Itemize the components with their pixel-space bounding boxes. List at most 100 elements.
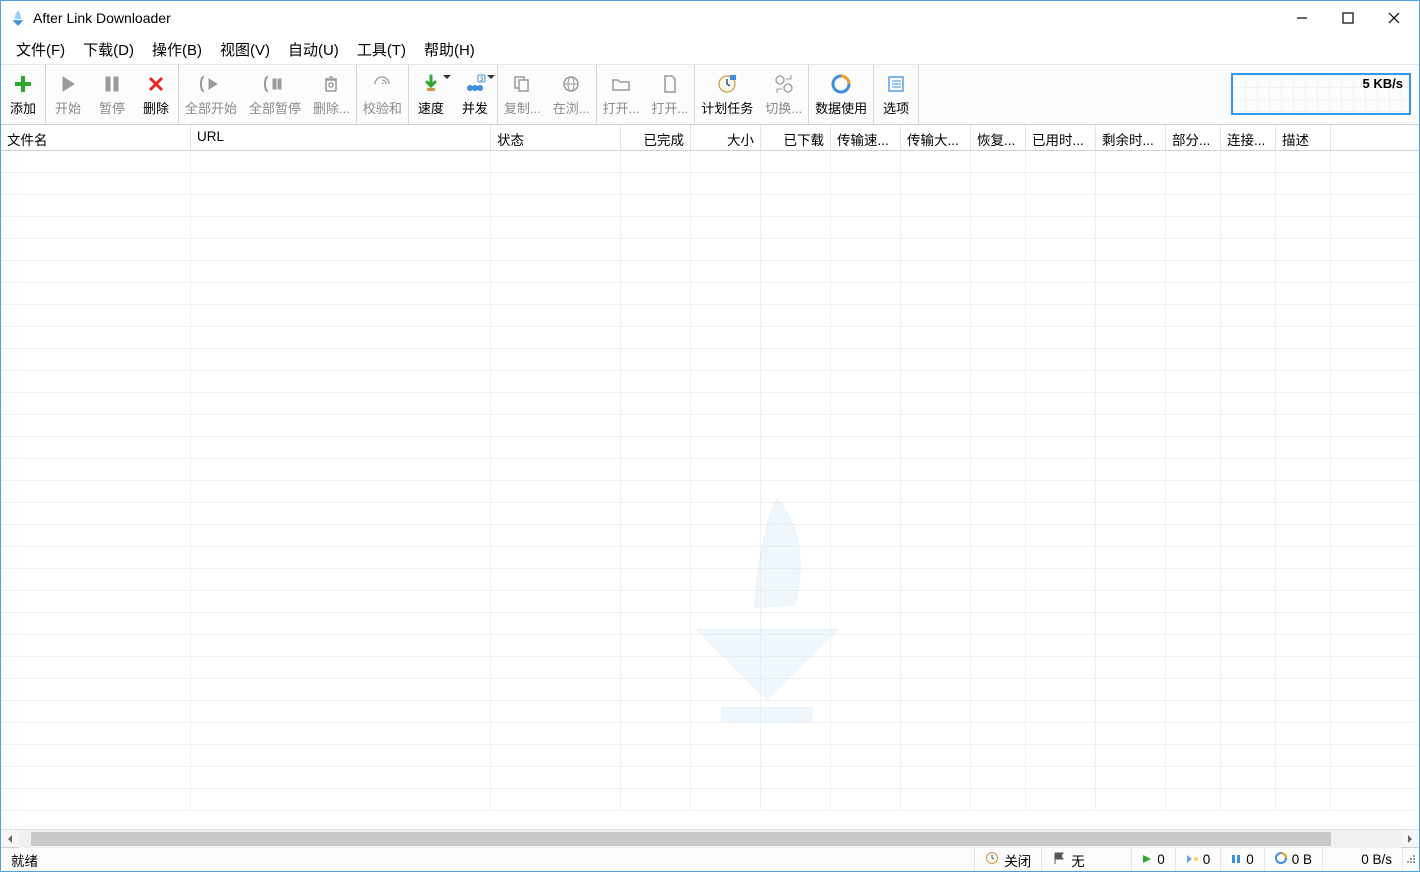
status-label: 0 B/s [1361,852,1392,867]
toolbar-label: 速度 [418,98,444,117]
pause-all-button[interactable]: 全部暂停 [243,65,307,124]
checksum-button[interactable]: 校验和 [357,65,408,124]
column-header[interactable]: 传输大... [901,125,971,150]
copy-button[interactable]: 复制... [498,65,547,124]
table-row [1,789,1419,811]
toolbar-label: 选项 [883,98,909,117]
table-row [1,217,1419,239]
table-row [1,723,1419,745]
schedule-button[interactable]: 计划任务 [695,65,759,124]
menu-action[interactable]: 操作(B) [143,35,211,64]
table-row [1,767,1419,789]
table-body[interactable] [1,151,1419,829]
resize-grip[interactable] [1403,853,1419,867]
scroll-right-button[interactable] [1401,830,1419,848]
status-label: 0 [1203,852,1211,867]
delete-button[interactable]: 删除 [134,65,178,124]
column-header[interactable]: 传输速... [831,125,901,150]
menu-tools[interactable]: 工具(T) [348,35,415,64]
start-all-button[interactable]: 全部开始 [179,65,243,124]
status-filter[interactable]: 无 [1042,848,1132,871]
switch-icon [773,73,795,95]
add-button[interactable]: 添加 [1,65,45,124]
speed-button[interactable]: 速度 [409,65,453,124]
table-row [1,283,1419,305]
column-header[interactable]: 已用时... [1026,125,1096,150]
concurrency-button[interactable]: 3 并发 [453,65,497,124]
column-header[interactable]: 已完成 [621,125,691,150]
status-schedule[interactable]: 关闭 [975,848,1042,871]
table-row [1,195,1419,217]
window-title: After Link Downloader [33,10,171,26]
maximize-button[interactable] [1325,2,1371,34]
x-icon [146,73,166,95]
switch-button[interactable]: 切换... [759,65,808,124]
table-row [1,591,1419,613]
column-header[interactable]: 部分... [1166,125,1221,150]
table-row [1,547,1419,569]
concurrency-icon: 3 [464,73,486,95]
status-speed: 0 B/s [1323,848,1403,871]
status-ready: 就绪 [1,848,975,871]
status-label: 0 [1246,852,1254,867]
speed-graph: 5 KB/s [1231,73,1411,115]
data-small-icon [1275,852,1287,867]
table-row [1,349,1419,371]
menu-view[interactable]: 视图(V) [211,35,279,64]
status-queued: 0 [1176,848,1222,871]
column-header[interactable]: 已下载 [761,125,831,150]
open-folder-button[interactable]: 打开... [597,65,646,124]
play-small-icon [1142,852,1152,867]
fingerprint-icon [372,73,392,95]
table-row [1,569,1419,591]
table-row [1,327,1419,349]
table-row [1,393,1419,415]
folder-open-icon [611,73,631,95]
data-usage-button[interactable]: 数据使用 [809,65,873,124]
column-header[interactable]: 状态 [491,125,621,150]
open-file-button[interactable]: 打开... [645,65,694,124]
scrollbar-track[interactable] [19,830,1401,848]
toolbar-label: 暂停 [99,98,125,117]
toolbar-label: 打开... [603,98,640,117]
menu-help[interactable]: 帮助(H) [415,35,484,64]
minimize-button[interactable] [1279,2,1325,34]
bracket-play-icon [200,73,222,95]
table-row [1,635,1419,657]
table-row [1,371,1419,393]
pause-button[interactable]: 暂停 [90,65,134,124]
delete-more-button[interactable]: 删除... [307,65,356,124]
table-row [1,613,1419,635]
scrollbar-thumb[interactable] [31,832,1331,846]
scroll-left-button[interactable] [1,830,19,848]
menu-auto[interactable]: 自动(U) [279,35,348,64]
file-icon [660,73,680,95]
table-row [1,481,1419,503]
toolbar-label: 打开... [651,98,688,117]
status-label: 0 B [1292,852,1312,867]
column-header[interactable]: 文件名 [1,125,191,150]
status-paused: 0 [1221,848,1265,871]
column-header[interactable]: 连接... [1221,125,1276,150]
toolbar-label: 并发 [462,98,488,117]
options-button[interactable]: 选项 [874,65,918,124]
column-header[interactable]: 剩余时... [1096,125,1166,150]
menu-file[interactable]: 文件(F) [7,35,74,64]
start-button[interactable]: 开始 [46,65,90,124]
app-window: After Link Downloader 文件(F) 下载(D) 操作(B) … [0,0,1420,872]
speed-graph-label: 5 KB/s [1363,76,1403,91]
column-header[interactable]: 大小 [691,125,761,150]
toolbar-label: 删除... [313,98,350,117]
horizontal-scrollbar[interactable] [1,829,1419,847]
close-button[interactable] [1371,2,1417,34]
open-browser-button[interactable]: 在浏... [547,65,596,124]
toolbar-label: 校验和 [363,98,402,117]
menu-download[interactable]: 下载(D) [74,35,143,64]
pause-small-icon [1231,852,1241,867]
column-header[interactable]: 恢复... [971,125,1026,150]
dropdown-caret-icon [443,73,451,81]
column-header[interactable]: URL [191,125,491,150]
statusbar: 就绪 关闭 无 0 0 0 0 B 0 B/s [1,847,1419,871]
toolbar-label: 数据使用 [815,98,867,117]
column-header[interactable]: 描述 [1276,125,1331,150]
